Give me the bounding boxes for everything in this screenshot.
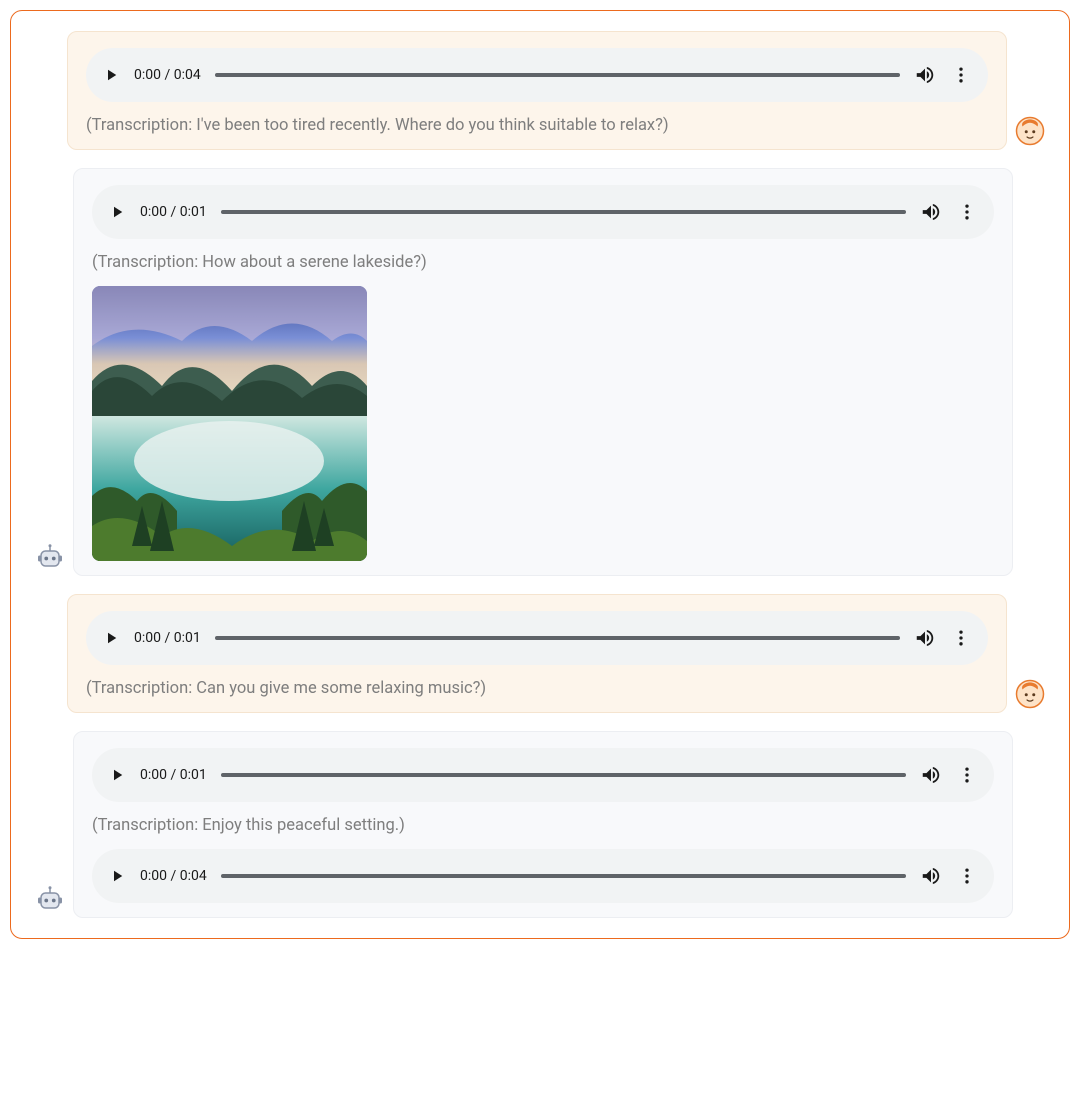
audio-track[interactable]: [221, 210, 906, 214]
transcription-text: (Transcription: Can you give me some rel…: [86, 679, 988, 698]
transcription-text: (Transcription: Enjoy this peaceful sett…: [92, 816, 994, 835]
volume-icon[interactable]: [920, 764, 942, 786]
more-icon[interactable]: [956, 865, 978, 887]
volume-icon[interactable]: [914, 627, 936, 649]
play-icon[interactable]: [108, 867, 126, 885]
message-row-user: 0:00 / 0:01 (Transcription: Can you give…: [35, 594, 1045, 713]
message-row-bot: 0:00 / 0:01 (Transcription: How about a …: [35, 168, 1045, 576]
audio-player[interactable]: 0:00 / 0:04: [92, 849, 994, 903]
audio-time: 0:00 / 0:01: [140, 767, 207, 783]
transcription-text: (Transcription: I've been too tired rece…: [86, 116, 988, 135]
play-icon[interactable]: [108, 203, 126, 221]
message-bubble-user: 0:00 / 0:04 (Transcription: I've been to…: [67, 31, 1007, 150]
audio-time: 0:00 / 0:01: [140, 204, 207, 220]
audio-player[interactable]: 0:00 / 0:04: [86, 48, 988, 102]
more-icon[interactable]: [956, 201, 978, 223]
audio-player[interactable]: 0:00 / 0:01: [86, 611, 988, 665]
bot-avatar-icon: [35, 542, 65, 572]
generated-image[interactable]: [92, 286, 367, 561]
play-icon[interactable]: [102, 629, 120, 647]
audio-player[interactable]: 0:00 / 0:01: [92, 185, 994, 239]
audio-player[interactable]: 0:00 / 0:01: [92, 748, 994, 802]
message-bubble-user: 0:00 / 0:01 (Transcription: Can you give…: [67, 594, 1007, 713]
more-icon[interactable]: [950, 64, 972, 86]
user-avatar-icon: [1015, 116, 1045, 146]
volume-icon[interactable]: [920, 201, 942, 223]
audio-track[interactable]: [221, 773, 906, 777]
volume-icon[interactable]: [920, 865, 942, 887]
bot-avatar-icon: [35, 884, 65, 914]
audio-track[interactable]: [221, 874, 906, 878]
user-avatar-icon: [1015, 679, 1045, 709]
audio-track[interactable]: [215, 73, 900, 77]
message-bubble-bot: 0:00 / 0:01 (Transcription: How about a …: [73, 168, 1013, 576]
transcription-text: (Transcription: How about a serene lakes…: [92, 253, 994, 272]
message-row-bot: 0:00 / 0:01 (Transcription: Enjoy this p…: [35, 731, 1045, 918]
play-icon[interactable]: [102, 66, 120, 84]
audio-time: 0:00 / 0:01: [134, 630, 201, 646]
audio-time: 0:00 / 0:04: [140, 868, 207, 884]
message-bubble-bot: 0:00 / 0:01 (Transcription: Enjoy this p…: [73, 731, 1013, 918]
audio-track[interactable]: [215, 636, 900, 640]
volume-icon[interactable]: [914, 64, 936, 86]
audio-time: 0:00 / 0:04: [134, 67, 201, 83]
play-icon[interactable]: [108, 766, 126, 784]
chat-container: 0:00 / 0:04 (Transcription: I've been to…: [10, 10, 1070, 939]
message-row-user: 0:00 / 0:04 (Transcription: I've been to…: [35, 31, 1045, 150]
more-icon[interactable]: [950, 627, 972, 649]
more-icon[interactable]: [956, 764, 978, 786]
